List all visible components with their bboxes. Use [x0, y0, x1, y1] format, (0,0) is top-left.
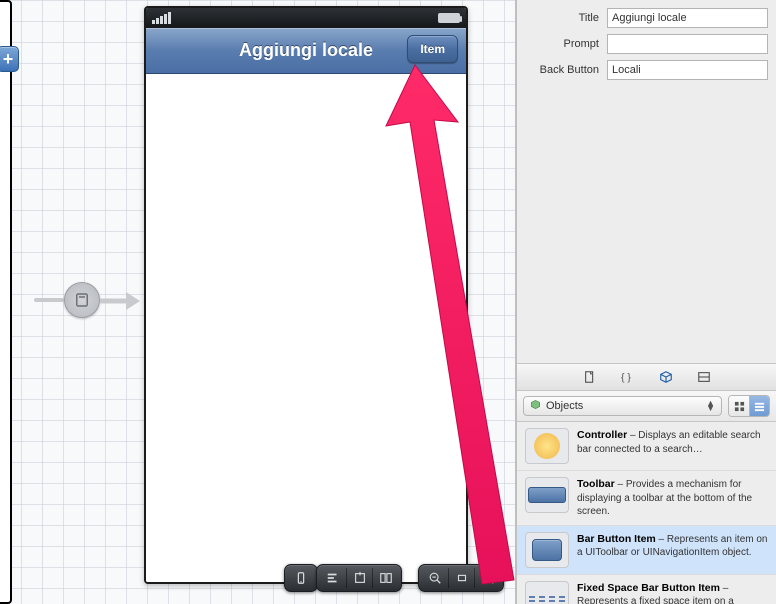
- pin-icon: [353, 571, 367, 585]
- attr-row-prompt: Prompt: [525, 34, 768, 54]
- library-tab-objects[interactable]: [656, 369, 676, 385]
- attr-row-backbutton: Back Button: [525, 60, 768, 80]
- thumb-toolbar: [525, 477, 569, 513]
- zoom-fit-icon: [455, 571, 469, 585]
- file-template-icon: [582, 370, 598, 384]
- iphone-mockup[interactable]: Aggiungi locale Item: [144, 6, 468, 584]
- library-tab-media[interactable]: [694, 369, 714, 385]
- segue-line: [34, 298, 64, 302]
- library-item-toolbar[interactable]: Toolbar – Provides a mechanism for displ…: [517, 471, 776, 526]
- library-item-text: Toolbar – Provides a mechanism for displ…: [577, 477, 768, 519]
- offscreen-add-button[interactable]: +: [0, 46, 19, 72]
- prompt-field[interactable]: [607, 34, 768, 54]
- zoom-in-button[interactable]: [474, 568, 500, 588]
- library-item-text: Fixed Space Bar Button Item – Represents…: [577, 581, 768, 604]
- zoom-in-icon: [481, 571, 495, 585]
- zoom-out-icon: [428, 571, 442, 585]
- library-item-fixed-space[interactable]: Fixed Space Bar Button Item – Represents…: [517, 575, 776, 604]
- braces-icon: { }: [620, 370, 636, 384]
- library-tab-bar: { }: [517, 363, 776, 391]
- title-field[interactable]: [607, 8, 768, 28]
- attr-row-title: Title: [525, 8, 768, 28]
- library-tab-file[interactable]: [580, 369, 600, 385]
- segue-node[interactable]: [64, 282, 100, 318]
- attr-label-prompt: Prompt: [525, 38, 607, 50]
- canvas-align-button-group: [316, 564, 402, 592]
- attr-label-title: Title: [525, 12, 607, 24]
- view-mode-grid-button[interactable]: [729, 396, 749, 416]
- library-tab-snippets[interactable]: { }: [618, 369, 638, 385]
- push-segue-icon: [73, 291, 91, 309]
- objects-filter-dropdown[interactable]: Objects ▲▼: [523, 396, 722, 416]
- stepper-arrows-icon: ▲▼: [706, 401, 715, 411]
- align-button-2[interactable]: [346, 568, 372, 588]
- inspector-empty-area: [517, 90, 776, 363]
- view-controller-content[interactable]: [146, 74, 466, 582]
- signal-icon: [152, 12, 171, 24]
- library-header: Objects ▲▼: [517, 391, 776, 422]
- offscreen-mockup-edge: [0, 0, 12, 604]
- inspector-panel: Title Prompt Back Button { }: [516, 0, 776, 604]
- canvas-zoom-button-group: [418, 564, 504, 592]
- attributes-panel: Title Prompt Back Button: [517, 0, 776, 90]
- view-mode-list-button[interactable]: [749, 396, 769, 416]
- svg-text:{ }: { }: [621, 372, 631, 384]
- navigation-bar[interactable]: Aggiungi locale Item: [146, 28, 466, 74]
- segue-arrow-icon: [100, 290, 140, 312]
- device-toggle-button[interactable]: [288, 568, 314, 588]
- align-left-icon: [326, 571, 340, 585]
- align-button-1[interactable]: [320, 568, 346, 588]
- library-item-text: Bar Button Item – Represents an item on …: [577, 532, 768, 568]
- film-icon: [696, 370, 712, 384]
- align-button-3[interactable]: [372, 568, 398, 588]
- library-item-bar-button-item[interactable]: Bar Button Item – Represents an item on …: [517, 526, 776, 575]
- thumb-bar-button-item: [525, 532, 569, 568]
- backbutton-field[interactable]: [607, 60, 768, 80]
- canvas-device-button-group: [284, 564, 318, 592]
- zoom-fit-button[interactable]: [448, 568, 474, 588]
- library-item-search-controller[interactable]: Controller – Displays an editable search…: [517, 422, 776, 471]
- thumb-search-controller: [525, 428, 569, 464]
- attr-label-backbutton: Back Button: [525, 64, 607, 76]
- zoom-out-button[interactable]: [422, 568, 448, 588]
- status-bar: [146, 8, 466, 28]
- cube-icon: [658, 370, 674, 384]
- storyboard-canvas[interactable]: + Aggiungi locale Item: [0, 0, 516, 604]
- iphone-icon: [294, 571, 308, 585]
- library-item-text: Controller – Displays an editable search…: [577, 428, 768, 464]
- cube-small-icon: [530, 399, 541, 413]
- nav-title: Aggiungi locale: [239, 40, 373, 61]
- objects-filter-label: Objects: [546, 400, 583, 412]
- list-icon: [754, 401, 765, 412]
- grid-icon: [734, 401, 745, 412]
- thumb-fixed-space: [525, 581, 569, 604]
- resolve-icon: [379, 571, 393, 585]
- battery-icon: [438, 13, 460, 23]
- library-view-mode-segment: [728, 395, 770, 417]
- nav-right-bar-button[interactable]: Item: [407, 35, 458, 63]
- library-object-list[interactable]: Controller – Displays an editable search…: [517, 422, 776, 604]
